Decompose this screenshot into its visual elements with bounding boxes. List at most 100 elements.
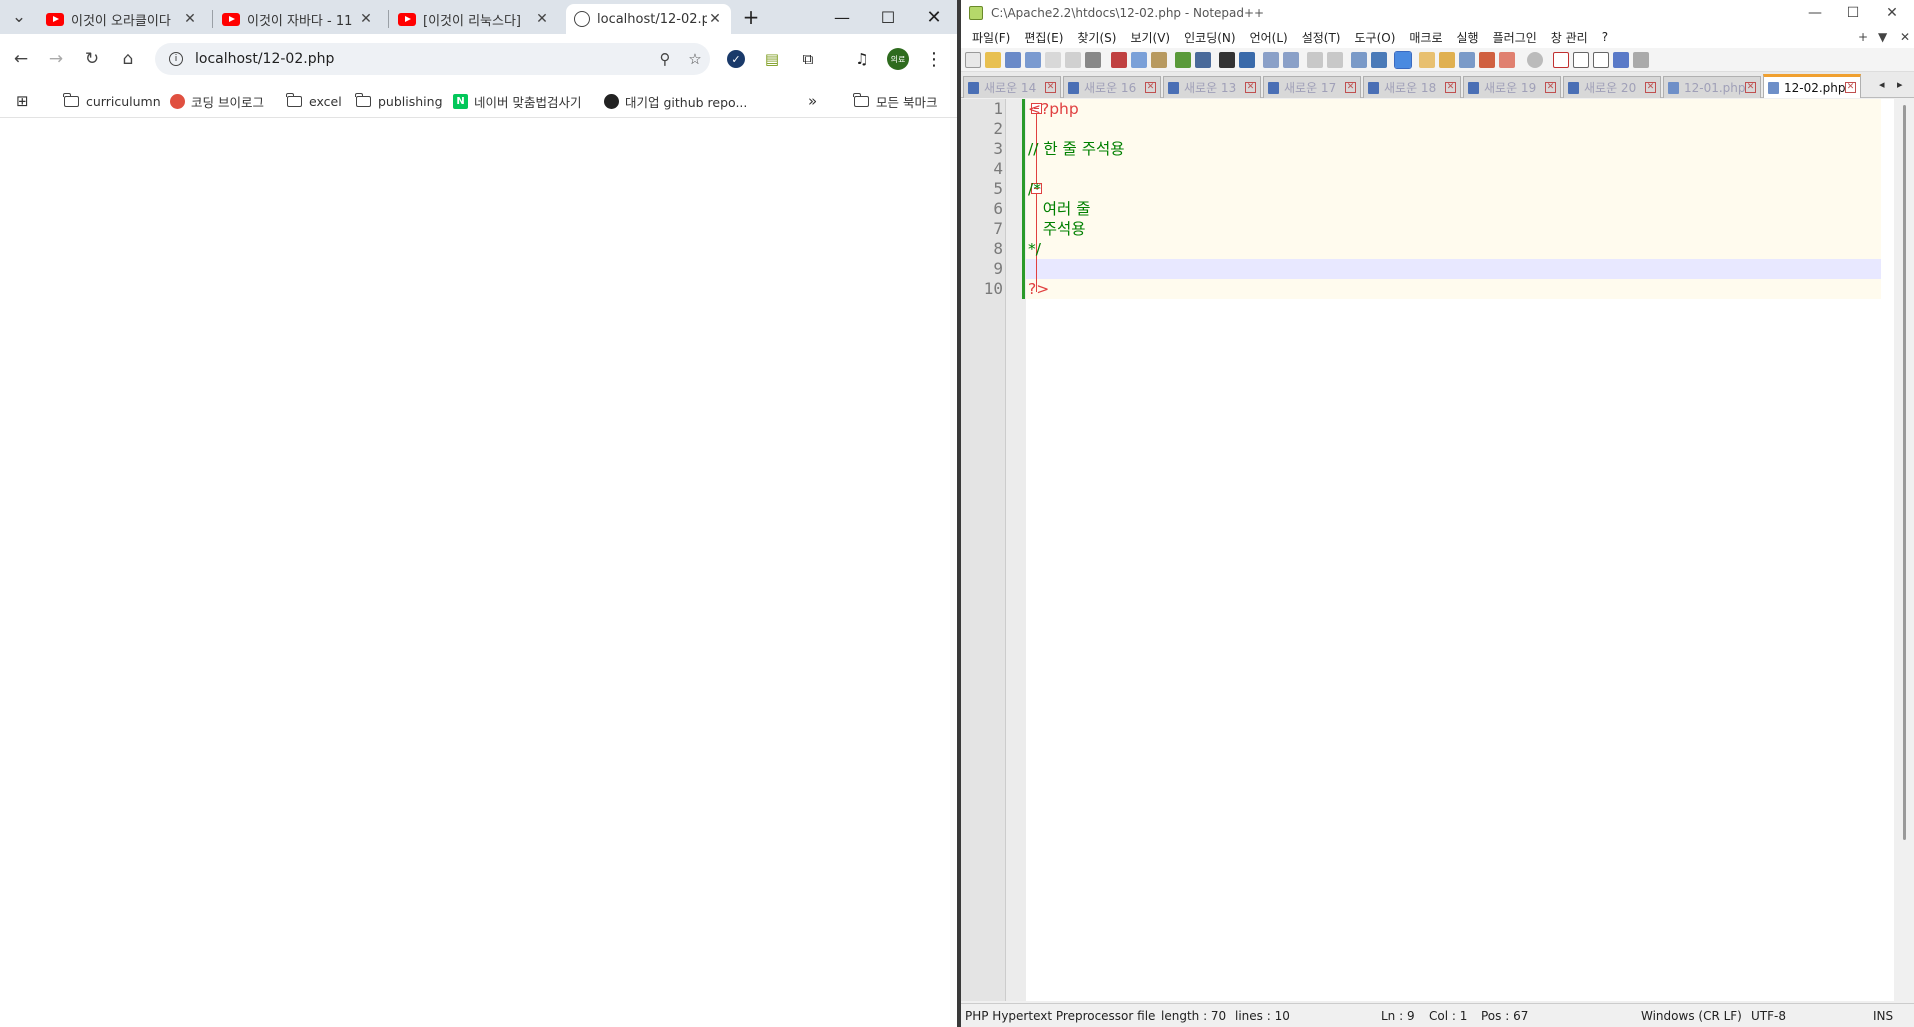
menu-tools[interactable]: 도구(O): [1355, 29, 1396, 46]
menu-plugins[interactable]: 플러그인: [1493, 29, 1537, 46]
file-tab[interactable]: 새로운 17 ✕: [1263, 76, 1361, 98]
word-wrap-icon[interactable]: [1351, 52, 1367, 68]
replace-icon[interactable]: [1239, 52, 1255, 68]
function-list-icon[interactable]: [1459, 52, 1475, 68]
browser-tab[interactable]: 이것이 자바다 - 11 ✕: [214, 4, 382, 34]
close-tab-icon[interactable]: ✕: [182, 11, 198, 27]
close-window-button[interactable]: ✕: [914, 4, 954, 30]
browser-tab[interactable]: [이것이 리눅스다] ✕: [390, 4, 558, 34]
menu-language[interactable]: 언어(L): [1250, 29, 1288, 46]
new-tab-button[interactable]: +: [733, 4, 769, 30]
back-button[interactable]: ←: [8, 46, 34, 72]
browser-tab[interactable]: 이것이 오라클이다 ✕: [38, 4, 206, 34]
extension-check-icon[interactable]: ✓: [723, 46, 749, 72]
file-tab[interactable]: 12-01.php ✕: [1663, 76, 1761, 98]
menu-kebab-icon[interactable]: ⋮: [921, 46, 947, 72]
close-tab-icon[interactable]: ✕: [534, 11, 550, 27]
file-tab[interactable]: 새로운 20 ✕: [1563, 76, 1661, 98]
play-macro-icon[interactable]: [1593, 52, 1609, 68]
close-tab-icon[interactable]: ✕: [1045, 82, 1056, 93]
udl-icon[interactable]: [1419, 52, 1435, 68]
close-file-icon[interactable]: [1045, 52, 1061, 68]
browser-tab-active[interactable]: localhost/12-02.ph ✕: [566, 4, 731, 34]
bookmark-item[interactable]: 코딩 브이로그: [170, 91, 264, 111]
file-tab[interactable]: 새로운 14 ✕: [963, 76, 1061, 98]
menu-window[interactable]: 창 관리: [1551, 29, 1588, 46]
maximize-button[interactable]: ☐: [1831, 0, 1875, 26]
close-tab-icon[interactable]: ✕: [1245, 82, 1256, 93]
stop-macro-icon[interactable]: [1573, 52, 1589, 68]
zoom-in-icon[interactable]: [1263, 52, 1279, 68]
profile-avatar[interactable]: 의료: [885, 46, 911, 72]
scrollbar-thumb[interactable]: [1903, 105, 1906, 840]
tab-scroll-right-icon[interactable]: ▸: [1897, 78, 1903, 91]
forward-button[interactable]: →: [43, 46, 69, 72]
url-text[interactable]: localhost/12-02.php: [195, 51, 650, 67]
sync-scroll-icon[interactable]: [1307, 52, 1323, 68]
apps-grid-icon[interactable]: ⊞: [16, 91, 29, 111]
file-tab[interactable]: 새로운 19 ✕: [1463, 76, 1561, 98]
media-control-icon[interactable]: ♫: [849, 46, 875, 72]
open-file-icon[interactable]: [985, 52, 1001, 68]
close-tab-icon[interactable]: ✕: [707, 11, 723, 27]
menu-run[interactable]: 실행: [1457, 29, 1479, 46]
bookmark-star-icon[interactable]: ☆: [680, 50, 710, 68]
menu-file[interactable]: 파일(F): [972, 29, 1010, 46]
menu-edit[interactable]: 편집(E): [1024, 29, 1063, 46]
bookmarks-overflow-button[interactable]: »: [808, 91, 817, 111]
show-all-chars-icon[interactable]: [1371, 52, 1387, 68]
eye-icon[interactable]: [1527, 52, 1543, 68]
record-macro-icon[interactable]: [1553, 52, 1569, 68]
site-info-icon[interactable]: i: [169, 52, 183, 66]
all-bookmarks-item[interactable]: 모든 북마크: [853, 91, 937, 111]
add-icon[interactable]: +: [1858, 30, 1868, 44]
close-window-button[interactable]: ✕: [1870, 0, 1914, 26]
status-insert-mode[interactable]: INS: [1873, 1009, 1893, 1023]
cut-icon[interactable]: [1111, 52, 1127, 68]
bookmark-item[interactable]: 대기업 github repo...: [604, 91, 747, 111]
redo-icon[interactable]: [1195, 52, 1211, 68]
dropdown-icon[interactable]: ▼: [1878, 30, 1887, 44]
save-all-icon[interactable]: [1025, 52, 1041, 68]
print-icon[interactable]: [1085, 52, 1101, 68]
file-tab-active[interactable]: 12-02.php ✕: [1763, 74, 1861, 98]
status-encoding[interactable]: UTF-8: [1751, 1009, 1786, 1023]
code-editor[interactable]: 1 2 3 4 5 6 7 8 9 10 <?php // 한 줄 주석용 /*…: [961, 99, 1914, 1001]
maximize-button[interactable]: ☐: [868, 4, 908, 30]
menu-search[interactable]: 찾기(S): [1077, 29, 1116, 46]
bookmark-item[interactable]: excel: [286, 91, 342, 111]
address-bar[interactable]: i localhost/12-02.php ⚲ ☆: [155, 43, 710, 75]
indent-guide-icon[interactable]: [1394, 51, 1412, 69]
tab-scroll-left-icon[interactable]: ◂: [1879, 78, 1885, 91]
extensions-puzzle-icon[interactable]: ⧉: [795, 46, 821, 72]
undo-icon[interactable]: [1175, 52, 1191, 68]
file-tab[interactable]: 새로운 18 ✕: [1363, 76, 1461, 98]
paste-icon[interactable]: [1151, 52, 1167, 68]
status-eol[interactable]: Windows (CR LF): [1641, 1009, 1742, 1023]
extension-icon[interactable]: ▤: [759, 46, 785, 72]
menu-encoding[interactable]: 인코딩(N): [1184, 29, 1235, 46]
close-all-icon[interactable]: [1065, 52, 1081, 68]
new-file-icon[interactable]: [965, 52, 981, 68]
bookmark-item[interactable]: N 네이버 맞춤법검사기: [453, 91, 581, 111]
find-icon[interactable]: [1219, 52, 1235, 68]
sync-horizontal-icon[interactable]: [1327, 52, 1343, 68]
tab-search-button[interactable]: ⌄: [6, 4, 32, 30]
menu-help[interactable]: ?: [1602, 30, 1608, 44]
bookmark-item[interactable]: curriculumn: [63, 91, 161, 111]
close-tab-icon[interactable]: ✕: [1745, 82, 1756, 93]
close-tab-icon[interactable]: ✕: [1145, 82, 1156, 93]
reload-button[interactable]: ↻: [79, 46, 105, 72]
close-tab-icon[interactable]: ✕: [1345, 82, 1356, 93]
minimize-button[interactable]: —: [822, 4, 862, 30]
home-button[interactable]: ⌂: [115, 46, 141, 72]
close-tab-icon[interactable]: ✕: [1845, 82, 1856, 93]
folder-workspace-icon[interactable]: [1479, 52, 1495, 68]
menu-settings[interactable]: 설정(T): [1302, 29, 1341, 46]
zoom-out-icon[interactable]: [1283, 52, 1299, 68]
close-tab-icon[interactable]: ✕: [1545, 82, 1556, 93]
close-tab-icon[interactable]: ✕: [1645, 82, 1656, 93]
close-doc-icon[interactable]: ✕: [1900, 30, 1910, 44]
zoom-icon[interactable]: ⚲: [650, 50, 680, 68]
monitoring-icon[interactable]: [1499, 52, 1515, 68]
